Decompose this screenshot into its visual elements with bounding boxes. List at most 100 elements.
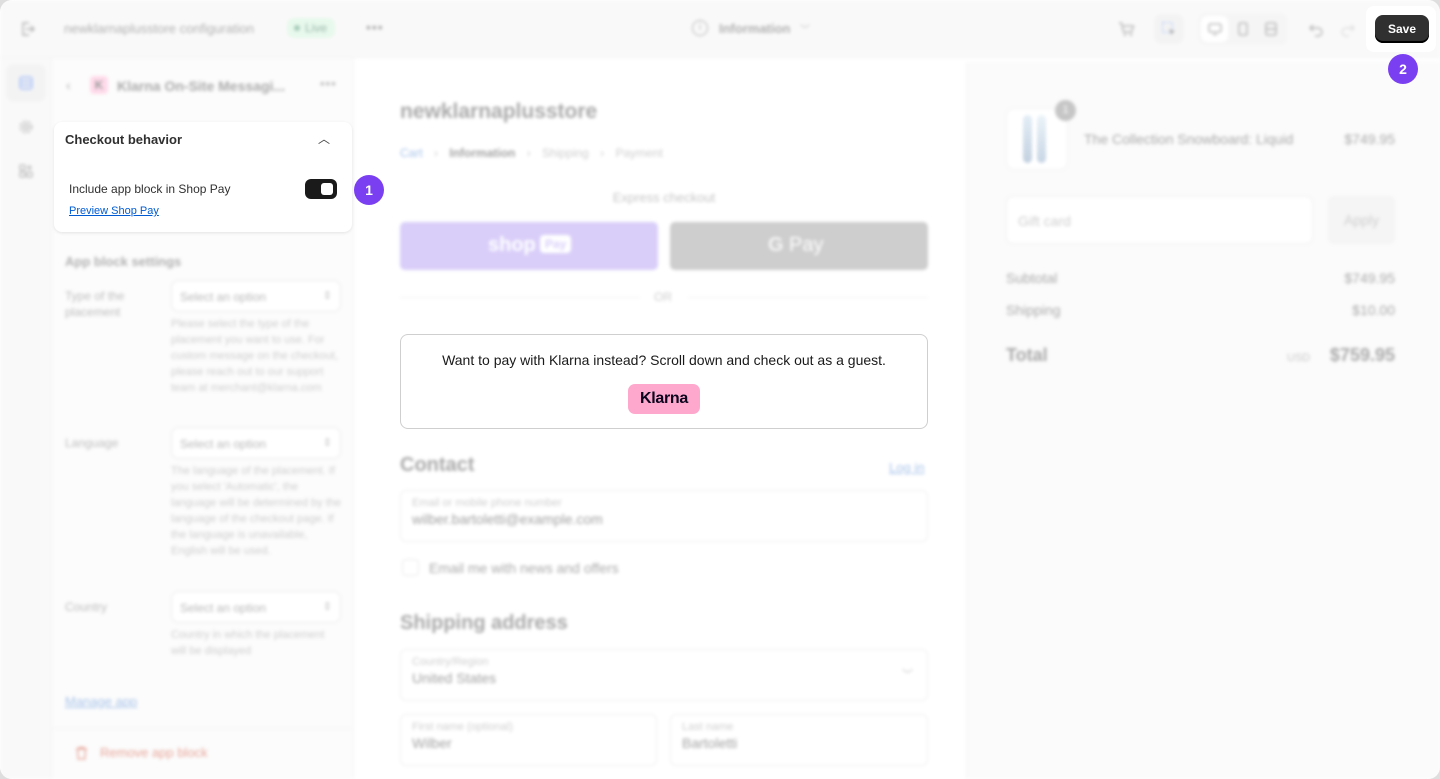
breadcrumb-separator-icon: › — [434, 146, 439, 160]
fullscreen-icon[interactable] — [1258, 16, 1284, 42]
login-link[interactable]: Log in — [889, 460, 924, 475]
live-dot-icon — [294, 25, 300, 31]
store-config-title: newklarnaplusstore configuration — [64, 21, 255, 36]
sections-icon[interactable] — [6, 64, 46, 102]
first-name-label: First name (optional) — [412, 721, 513, 733]
placement-type-help: Please select the type of the placement … — [171, 318, 338, 394]
step-2-marker: 2 — [1388, 54, 1418, 84]
info-icon: i — [692, 20, 708, 36]
country-help: Country in which the placement will be d… — [171, 629, 325, 657]
email-field[interactable]: Email or mobile phone number wilber.bart… — [400, 490, 928, 542]
breadcrumb: Cart › Information › Shipping › Payment — [400, 146, 663, 160]
breadcrumb-cart[interactable]: Cart — [400, 146, 423, 160]
breadcrumb-information: Information — [449, 146, 516, 160]
breadcrumb-separator-icon: › — [526, 146, 531, 160]
currency-code: USD — [1287, 352, 1311, 364]
shipping-value: $10.00 — [1352, 302, 1395, 318]
device-toggle-group — [1198, 13, 1288, 45]
gear-icon[interactable] — [6, 108, 46, 146]
email-field-value: wilber.bartoletti@example.com — [412, 511, 603, 527]
include-app-block-toggle[interactable] — [305, 179, 337, 199]
product-name: The Collection Snowboard: Liquid — [1084, 131, 1294, 147]
placement-type-label: Type of the placement — [65, 289, 125, 319]
desktop-icon[interactable] — [1201, 16, 1228, 42]
express-checkout-label: Express checkout — [612, 190, 716, 205]
subtotal-label: Subtotal — [1006, 270, 1058, 286]
live-badge: Live — [287, 18, 336, 38]
mobile-icon[interactable] — [1230, 16, 1256, 42]
country-select[interactable]: Select an option ⇕ — [171, 591, 341, 623]
redo-icon[interactable] — [1336, 17, 1360, 41]
apps-icon[interactable] — [6, 152, 46, 190]
snowboard-image — [1037, 115, 1046, 163]
apply-button[interactable]: Apply — [1328, 196, 1395, 244]
first-name-value: Wilber — [412, 735, 452, 751]
divider — [52, 728, 354, 729]
country-value: Select an option — [180, 601, 267, 615]
select-chevron-icon: ⇕ — [322, 437, 332, 449]
placement-type-value: Select an option — [180, 290, 267, 304]
cart-icon[interactable] — [1114, 17, 1138, 41]
chevron-down-icon: ﹀ — [800, 25, 810, 36]
back-chevron-icon[interactable]: ‹ — [66, 77, 71, 93]
country-region-value: United States — [412, 670, 497, 686]
save-button[interactable]: Save — [1375, 15, 1429, 43]
email-offers-label: Email me with news and offers — [429, 560, 619, 576]
live-badge-label: Live — [305, 21, 328, 35]
remove-app-block-label: Remove app block — [100, 745, 208, 760]
placement-type-select[interactable]: Select an option ⇕ — [171, 280, 341, 312]
product-price: $749.95 — [1344, 131, 1395, 147]
last-name-label: Last name — [682, 721, 734, 733]
order-summary: 1 The Collection Snowboard: Liquid $749.… — [966, 62, 1440, 779]
klarna-message-card: Want to pay with Klarna instead? Scroll … — [400, 334, 928, 429]
exit-icon[interactable] — [16, 17, 40, 41]
google-pay-button[interactable]: G Pay — [670, 222, 928, 270]
chevron-down-icon: ﹀ — [902, 669, 913, 681]
klarna-app-icon: K — [90, 76, 108, 94]
google-pay-wordmark: Pay — [789, 234, 824, 256]
breadcrumb-shipping: Shipping — [542, 146, 589, 160]
app-block-settings-title: App block settings — [65, 254, 182, 269]
last-name-value: Bartoletti — [682, 735, 738, 751]
top-bar: newklarnaplusstore configuration Live ••… — [0, 0, 1440, 58]
country-label: Country — [65, 600, 108, 614]
country-region-label: Country/Region — [412, 656, 489, 668]
language-select[interactable]: Select an option ⇕ — [171, 427, 341, 459]
inspector-icon[interactable] — [1154, 14, 1184, 44]
collapse-chevron-icon[interactable]: ︿ — [318, 130, 330, 147]
breadcrumb-payment: Payment — [615, 146, 663, 160]
shop-pay-button[interactable]: shop Pay — [400, 222, 658, 270]
manage-app-link[interactable]: Manage app — [65, 694, 137, 709]
or-separator: OR — [654, 290, 672, 304]
total-value: $759.95 — [1329, 345, 1395, 365]
country-region-select[interactable]: Country/Region United States ﹀ — [400, 649, 928, 701]
shop-pay-wordmark: shop — [488, 234, 536, 256]
last-name-field[interactable]: Last name Bartoletti — [670, 714, 928, 766]
klarna-message: Want to pay with Klarna instead? Scroll … — [442, 352, 886, 368]
checkout-behavior-title: Checkout behavior — [65, 132, 183, 147]
first-name-field[interactable]: First name (optional) Wilber — [400, 714, 657, 766]
subtotal-value: $749.95 — [1344, 270, 1395, 286]
shop-pay-badge: Pay — [540, 235, 572, 253]
app-more-button[interactable]: ••• — [320, 76, 337, 91]
more-menu-button[interactable]: ••• — [366, 19, 384, 35]
shipping-address-title: Shipping address — [400, 612, 568, 634]
contact-title: Contact — [400, 454, 475, 476]
trash-icon — [76, 746, 87, 760]
preview-shop-pay-link[interactable]: Preview Shop Pay — [69, 205, 159, 217]
checkout-behavior-panel: Checkout behavior ︿ Include app block in… — [54, 122, 352, 232]
quantity-badge: 1 — [1055, 100, 1076, 121]
email-offers-checkbox[interactable] — [402, 559, 419, 576]
language-value: Select an option — [180, 437, 267, 451]
google-g-icon: G — [768, 234, 784, 256]
gift-card-input[interactable]: Gift card — [1006, 196, 1313, 244]
step-1-marker: 1 — [354, 175, 384, 205]
divider — [400, 297, 640, 298]
divider — [688, 297, 928, 298]
app-frame: newklarnaplusstore configuration Live ••… — [0, 0, 1440, 779]
left-rail — [0, 58, 52, 779]
include-app-block-label: Include app block in Shop Pay — [69, 182, 231, 196]
gift-card-placeholder: Gift card — [1018, 213, 1071, 229]
undo-icon[interactable] — [1304, 17, 1328, 41]
store-name: newklarnaplusstore — [400, 100, 598, 123]
